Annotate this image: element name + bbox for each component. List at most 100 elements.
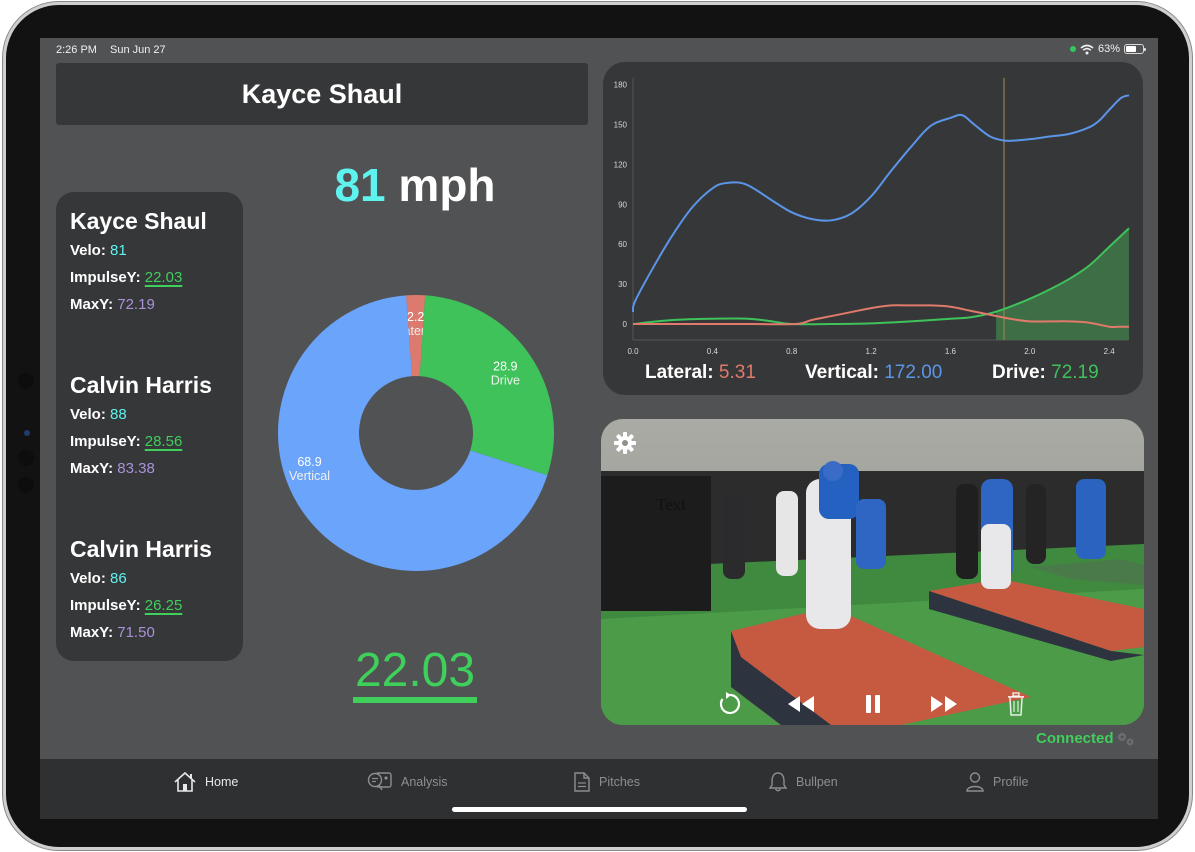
fast-forward-button[interactable] — [927, 687, 961, 721]
vertical-label: Vertical: — [805, 362, 879, 383]
tab-home[interactable]: Home — [173, 771, 238, 793]
velo-label: Velo: — [70, 570, 106, 587]
player-list[interactable]: Kayce Shaul Velo: 81 ImpulseY: 22.03 Max… — [56, 192, 243, 661]
pause-icon — [866, 695, 880, 713]
video-player[interactable]: Text — [601, 419, 1144, 725]
app-screen: 2:26 PM Sun Jun 27 63% Kayce Shaul 81 mp… — [40, 38, 1158, 819]
force-donut-chart: 2.2Lateral28.9Drive68.9Vertical — [278, 295, 554, 571]
velo-label: Velo: — [70, 406, 106, 423]
impulse-label: ImpulseY: — [70, 269, 141, 286]
tab-analysis[interactable]: Analysis — [367, 771, 448, 793]
home-indicator[interactable] — [452, 807, 747, 812]
y-tick-label: 150 — [614, 121, 628, 130]
player-name: Calvin Harris — [70, 536, 212, 562]
home-icon — [174, 771, 196, 792]
drive-readout: Drive: 72.19 — [992, 362, 1099, 384]
impulse-label: ImpulseY: — [70, 433, 141, 450]
rewind-button[interactable] — [784, 687, 818, 721]
tab-pitches-label: Pitches — [599, 775, 640, 789]
donut-slice-drive — [419, 295, 554, 476]
maxy-stat: MaxY: 83.38 — [70, 459, 212, 486]
maxy-stat: MaxY: 72.19 — [70, 295, 207, 322]
impulse-stat: ImpulseY: 22.03 — [70, 268, 207, 295]
side-button — [18, 477, 34, 493]
impulse-big-value[interactable]: 22.03 — [340, 643, 490, 703]
maxy-label: MaxY: — [70, 296, 114, 313]
velo-stat: Velo: 88 — [70, 405, 212, 432]
maxy-stat: MaxY: 71.50 — [70, 623, 212, 650]
analysis-icon — [367, 772, 392, 791]
side-button — [18, 450, 34, 466]
person-icon — [966, 772, 984, 792]
document-icon — [574, 772, 590, 792]
battery-percent: 63% — [1097, 43, 1120, 55]
delete-video-button[interactable] — [999, 687, 1033, 721]
bell-icon — [768, 772, 788, 792]
y-tick-label: 30 — [618, 280, 627, 289]
player-card[interactable]: Calvin Harris Velo: 86 ImpulseY: 26.25 M… — [70, 536, 212, 650]
video-settings-gear-icon[interactable] — [613, 431, 637, 455]
y-tick-label: 120 — [614, 160, 628, 169]
replay-icon — [719, 692, 741, 715]
video-overlay-text: Text — [656, 495, 686, 514]
impulse-link[interactable]: 28.56 — [145, 433, 183, 450]
vertical-readout: Vertical: 172.00 — [805, 362, 942, 384]
x-tick-label: 2.0 — [1024, 347, 1036, 356]
tab-profile-label: Profile — [993, 775, 1029, 789]
impulse-link[interactable]: 26.25 — [145, 597, 183, 614]
player-card[interactable]: Calvin Harris Velo: 88 ImpulseY: 28.56 M… — [70, 372, 212, 486]
tab-analysis-label: Analysis — [401, 775, 448, 789]
lateral-value: 5.31 — [718, 362, 756, 383]
status-time: 2:26 PM — [56, 44, 97, 56]
video-controls — [601, 687, 1144, 721]
rewind-icon — [788, 696, 814, 712]
donut-value-label: 28.9 — [493, 359, 517, 373]
camera-dot — [24, 430, 30, 436]
x-tick-label: 0.8 — [786, 347, 798, 356]
y-tick-label: 180 — [614, 81, 628, 90]
battery-icon — [1124, 44, 1146, 54]
x-tick-label: 0.4 — [707, 347, 719, 356]
status-date: Sun Jun 27 — [110, 44, 166, 56]
connection-status-text: Connected — [1036, 730, 1114, 747]
velocity-display: 81 mph — [290, 158, 540, 212]
tab-pitches[interactable]: Pitches — [573, 771, 640, 793]
trash-icon — [1008, 692, 1024, 716]
pause-button[interactable] — [856, 687, 890, 721]
tab-profile[interactable]: Profile — [965, 771, 1028, 793]
player-card[interactable]: Kayce Shaul Velo: 81 ImpulseY: 22.03 Max… — [70, 208, 207, 322]
maxy-label: MaxY: — [70, 460, 114, 477]
tab-bullpen[interactable]: Bullpen — [768, 771, 838, 793]
replay-button[interactable] — [713, 687, 747, 721]
drive-shaded-area — [996, 228, 1129, 340]
donut-category-label: Drive — [491, 373, 520, 387]
player-name: Calvin Harris — [70, 372, 212, 398]
donut-value-label: 68.9 — [297, 455, 321, 469]
maxy-value: 72.19 — [117, 296, 155, 313]
maxy-value: 71.50 — [117, 624, 155, 641]
y-tick-label: 60 — [618, 240, 627, 249]
player-name: Kayce Shaul — [70, 208, 207, 234]
side-button — [18, 373, 34, 389]
player-header: Kayce Shaul — [56, 63, 588, 125]
force-line-chart: 180 150 120 90 60 30 0 0.0 0.4 0.8 1.2 1.6 2.0 2.4 — [614, 78, 1130, 356]
velocity-unit: mph — [398, 159, 496, 211]
impulse-big-link[interactable]: 22.03 — [352, 645, 478, 703]
lateral-readout: Lateral: 5.31 — [645, 362, 756, 384]
velo-value: 81 — [110, 242, 127, 259]
x-tick-label: 1.2 — [866, 347, 878, 356]
drive-label: Drive: — [992, 362, 1046, 383]
velo-value: 86 — [110, 570, 127, 587]
connection-status: Connected — [1036, 730, 1138, 747]
impulse-link[interactable]: 22.03 — [145, 269, 183, 286]
status-indicators: 63% — [1069, 43, 1146, 55]
battery-level — [1126, 46, 1137, 52]
tab-bullpen-label: Bullpen — [796, 775, 838, 789]
impulse-stat: ImpulseY: 26.25 — [70, 596, 212, 623]
x-tick-label: 2.4 — [1104, 347, 1116, 356]
velocity-value: 81 — [334, 159, 386, 211]
maxy-value: 83.38 — [117, 460, 155, 477]
status-bar: 2:26 PM Sun Jun 27 63% — [40, 38, 1158, 60]
tab-home-label: Home — [205, 775, 239, 789]
gears-icon — [1117, 732, 1134, 745]
